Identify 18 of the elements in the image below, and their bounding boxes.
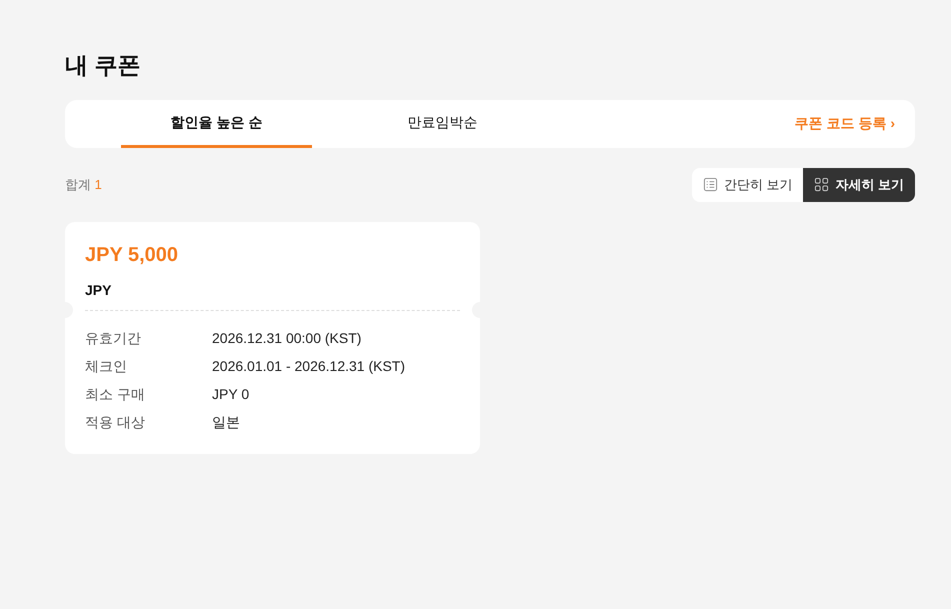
coupon-name: JPY	[85, 280, 112, 300]
grid-icon	[814, 177, 830, 192]
detail-label: 체크인	[85, 357, 128, 376]
detail-value: 일본	[212, 413, 240, 432]
detail-label: 최소 구매	[85, 385, 146, 404]
sort-tab[interactable]: 할인율 높은 순	[121, 100, 312, 148]
view-toggle-button[interactable]: 자세히 보기	[803, 168, 915, 202]
detail-value: 2026.12.31 00:00 (KST)	[212, 329, 362, 348]
detail-label: 유효기간	[85, 329, 142, 348]
total-count: 합계 1	[65, 176, 102, 194]
page-title: 내 쿠폰	[65, 52, 142, 80]
sort-tab[interactable]: 만료임박순	[347, 100, 538, 148]
detail-value: 2026.01.01 - 2026.12.31 (KST)	[212, 357, 406, 376]
coupon-amount: JPY 5,000	[85, 242, 180, 268]
view-toggle-button[interactable]: 간단히 보기	[692, 168, 804, 202]
detail-value: JPY 0	[212, 385, 250, 404]
list-icon	[702, 177, 718, 192]
detail-label: 적용 대상	[85, 413, 146, 432]
